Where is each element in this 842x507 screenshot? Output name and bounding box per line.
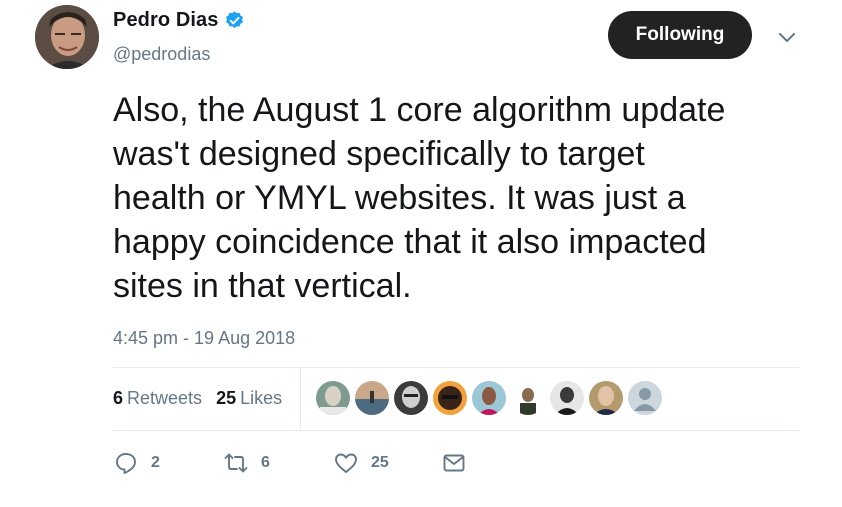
retweets-stat[interactable]: 6 Retweets xyxy=(113,388,202,409)
envelope-icon xyxy=(443,454,465,472)
divider xyxy=(113,367,799,368)
like-count: 25 xyxy=(371,454,389,471)
author-name-row: Pedro Dias xyxy=(113,9,245,32)
reply-icon xyxy=(116,453,136,474)
liker-avatar[interactable] xyxy=(355,381,389,415)
likers-facepile xyxy=(316,381,667,415)
liker-avatar[interactable] xyxy=(589,381,623,415)
tweet-stats: 6 Retweets 25 Likes xyxy=(113,388,296,409)
likes-stat-count: 25 xyxy=(216,388,237,408)
avatar[interactable] xyxy=(35,5,99,69)
liker-avatar[interactable] xyxy=(511,381,545,415)
author-display-name[interactable]: Pedro Dias xyxy=(113,9,218,32)
liker-avatar[interactable] xyxy=(433,381,467,415)
reply-count: 2 xyxy=(151,454,160,471)
reply-button[interactable]: 2 xyxy=(113,450,160,476)
retweet-button[interactable]: 6 xyxy=(223,450,270,476)
tweet-actions: 2 6 25 xyxy=(113,450,513,480)
avatar-photo xyxy=(35,5,99,69)
liker-avatar[interactable] xyxy=(394,381,428,415)
liker-avatar[interactable] xyxy=(472,381,506,415)
heart-icon xyxy=(335,453,357,473)
divider xyxy=(113,430,799,431)
liker-avatar[interactable] xyxy=(316,381,350,415)
tweet-card: Pedro Dias @pedrodias Following Also, th… xyxy=(0,0,842,507)
retweet-icon xyxy=(224,453,248,473)
default-avatar[interactable] xyxy=(628,381,662,415)
verified-badge-icon xyxy=(224,10,245,31)
retweet-count: 6 xyxy=(261,454,270,471)
stats-divider xyxy=(300,368,301,430)
chevron-down-icon[interactable] xyxy=(776,26,798,48)
direct-message-button[interactable] xyxy=(441,450,467,476)
retweets-stat-label: Retweets xyxy=(127,388,203,408)
tweet-timestamp[interactable]: 4:45 pm - 19 Aug 2018 xyxy=(113,328,295,349)
author-handle[interactable]: @pedrodias xyxy=(113,44,210,65)
likes-stat-label: Likes xyxy=(240,388,283,408)
liker-avatar[interactable] xyxy=(550,381,584,415)
retweets-stat-count: 6 xyxy=(113,388,124,408)
following-button[interactable]: Following xyxy=(608,11,752,59)
likes-stat[interactable]: 25 Likes xyxy=(216,388,282,409)
tweet-text: Also, the August 1 core algorithm update… xyxy=(113,91,726,305)
like-button[interactable]: 25 xyxy=(333,450,389,476)
